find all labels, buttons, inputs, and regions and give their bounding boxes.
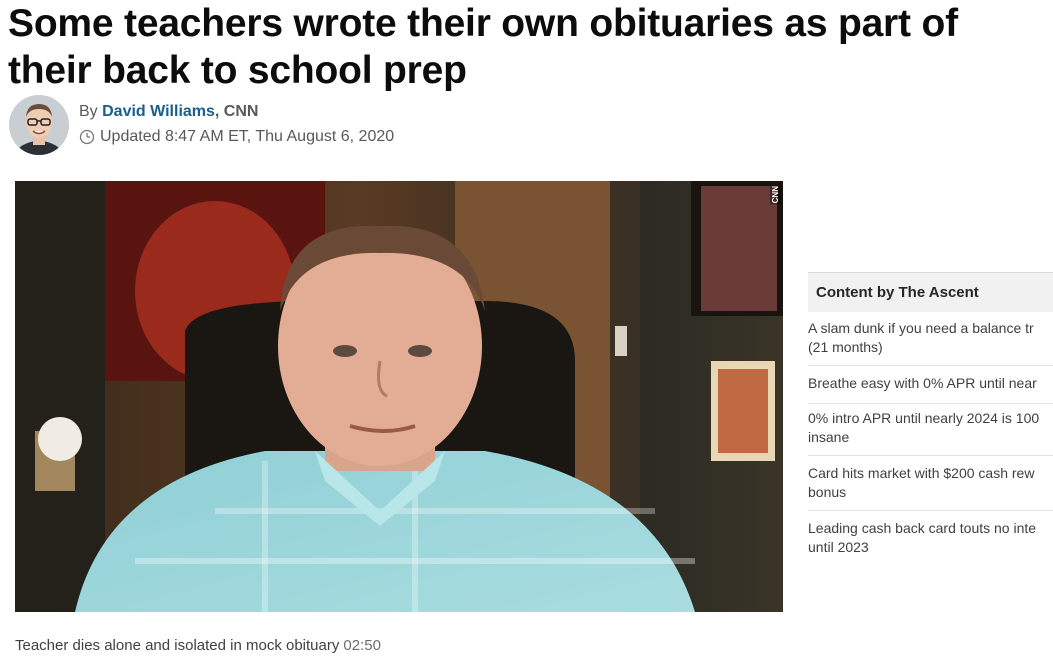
headline-line-1: Some teachers wrote their own obituaries…: [8, 2, 958, 45]
cnn-watermark: CNN: [770, 185, 781, 205]
sponsored-link-line1: Breathe easy with 0% APR until near: [808, 375, 1037, 391]
sponsored-link[interactable]: A slam dunk if you need a balance tr (21…: [808, 319, 1053, 366]
sponsored-link-line1: Card hits market with $200 cash rew: [808, 465, 1035, 481]
headline-line-2: their back to school prep: [8, 49, 467, 92]
sponsored-link[interactable]: 0% intro APR until nearly 2024 is 100 in…: [808, 409, 1053, 456]
sponsored-link-line1: Leading cash back card touts no inte: [808, 520, 1037, 536]
video-duration: 02:50: [343, 637, 381, 654]
video-thumbnail: [15, 181, 783, 612]
byline-prefix: By: [79, 103, 98, 120]
author-link[interactable]: David Williams: [102, 103, 215, 120]
clock-icon: [79, 129, 95, 145]
video-player[interactable]: CNN: [15, 181, 783, 612]
updated-text: Updated 8:47 AM ET, Thu August 6, 2020: [100, 128, 395, 145]
author-photo-icon: [9, 95, 69, 155]
sponsored-link-line2: insane: [808, 429, 850, 445]
sponsored-link-line1: 0% intro APR until nearly 2024 is 100: [808, 410, 1040, 426]
sponsored-link-line1: A slam dunk if you need a balance tr: [808, 320, 1034, 336]
byline: By David Williams, CNN: [79, 103, 258, 121]
updated-timestamp: Updated 8:47 AM ET, Thu August 6, 2020: [79, 128, 394, 146]
sponsored-link[interactable]: Leading cash back card touts no inte unt…: [808, 519, 1053, 559]
sponsored-link-line2: bonus: [808, 484, 847, 500]
sponsored-link[interactable]: Card hits market with $200 cash rew bonu…: [808, 464, 1053, 511]
article-page: Some teachers wrote their own obituaries…: [0, 0, 1053, 663]
sponsored-sidebar: Content by The Ascent A slam dunk if you…: [808, 272, 1053, 555]
sponsored-link-line2: until 2023: [808, 539, 869, 555]
sponsored-link-line2: (21 months): [808, 339, 883, 355]
sidebar-title: Content by The Ascent: [808, 272, 1053, 312]
byline-source: , CNN: [214, 103, 259, 120]
video-caption[interactable]: Teacher dies alone and isolated in mock …: [15, 637, 381, 655]
author-avatar[interactable]: [9, 95, 69, 155]
sponsored-link[interactable]: Breathe easy with 0% APR until near: [808, 374, 1053, 404]
article-headline: Some teachers wrote their own obituaries…: [8, 0, 1053, 94]
caption-title: Teacher dies alone and isolated in mock …: [15, 637, 340, 654]
